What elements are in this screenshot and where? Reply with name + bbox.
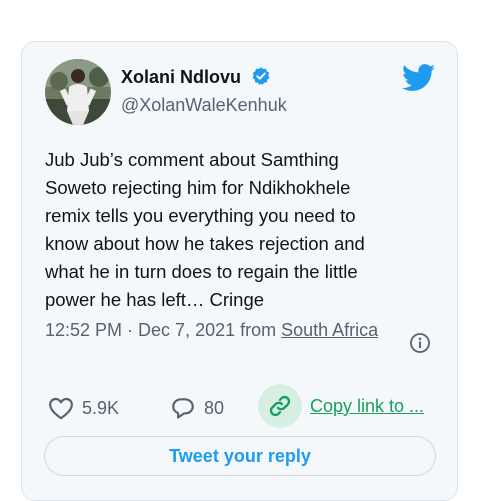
verified-badge-icon	[251, 66, 271, 91]
avatar[interactable]	[45, 59, 111, 125]
like-button[interactable]: 5.9K	[48, 396, 119, 420]
tweet-text-line: Soweto rejecting him for Ndikhokhele	[45, 177, 351, 198]
tweet-reply-button[interactable]: Tweet your reply	[44, 436, 436, 476]
copy-link-label[interactable]: Copy link to ...	[310, 396, 424, 417]
copy-link-button[interactable]	[258, 384, 302, 428]
info-icon[interactable]	[409, 332, 431, 359]
tweet-text-line: power he has left… Cringe	[45, 289, 265, 310]
twitter-bird-icon[interactable]	[401, 64, 436, 97]
tweet-text-line: remix tells you everything you need to	[45, 205, 356, 226]
link-icon	[269, 395, 291, 417]
tweet-text-line: Jub Jub’s comment about Samthing	[45, 149, 339, 170]
author-name-row[interactable]: Xolani Ndlovu	[121, 66, 271, 91]
like-count: 5.9K	[82, 397, 120, 418]
reply-count: 80	[204, 397, 225, 418]
timestamp[interactable]: 12:52 PM · Dec 7, 2021 from	[45, 320, 281, 340]
tweet-text: Jub Jub’s comment about Samthing Soweto …	[45, 146, 445, 314]
reply-count-button[interactable]: 80	[170, 396, 224, 420]
author-name[interactable]: Xolani Ndlovu	[121, 67, 241, 87]
tweet-text-line: know about how he takes rejection and	[45, 233, 365, 254]
tweet-card: Xolani Ndlovu @XolanWaleKenhuk Jub Jub’s…	[21, 41, 458, 501]
location-link[interactable]: South Africa	[281, 320, 378, 340]
heart-icon	[49, 397, 73, 420]
tweet-text-line: what he in turn does to regain the littl…	[45, 261, 358, 282]
tweet-meta: 12:52 PM · Dec 7, 2021 from South Africa	[45, 316, 390, 344]
author-handle[interactable]: @XolanWaleKenhuk	[121, 95, 287, 116]
comment-icon	[172, 398, 194, 419]
